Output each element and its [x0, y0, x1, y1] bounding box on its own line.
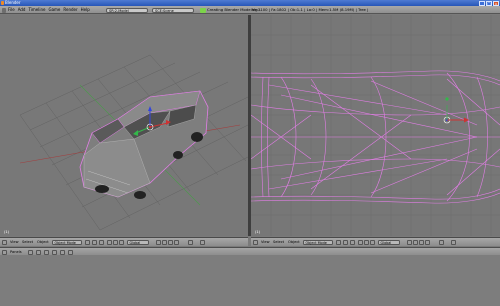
shading-context-icon[interactable] — [44, 249, 49, 255]
main-menu: File Add Timeline Game Render Help — [8, 6, 90, 14]
translate-icon-right[interactable] — [358, 240, 363, 245]
select-menu-right[interactable]: Select — [273, 240, 284, 245]
draw-type-icon[interactable] — [85, 240, 90, 245]
rotate-icon[interactable] — [113, 240, 118, 245]
blender-logo-icon — [1, 1, 4, 5]
buttons-window-header: Panels — [0, 247, 500, 255]
menu-file[interactable]: File — [8, 6, 15, 14]
lock-icon-right[interactable] — [439, 240, 444, 245]
3d-viewport-top[interactable]: (1) — [251, 15, 500, 236]
window-controls: _ □ x — [479, 0, 499, 6]
orientation-selector-right[interactable]: Global — [378, 240, 400, 245]
object-menu[interactable]: Object — [37, 240, 49, 245]
scale-icon[interactable] — [119, 240, 124, 245]
maximize-button[interactable]: □ — [486, 0, 492, 6]
layer-1-icon[interactable] — [156, 240, 161, 245]
mode-selector[interactable]: Object Mode — [52, 240, 82, 245]
menu-timeline[interactable]: Timeline — [28, 6, 45, 14]
logic-context-icon[interactable] — [28, 249, 33, 255]
orientation-selector[interactable]: Global — [127, 240, 149, 245]
pivot-icon-right[interactable] — [343, 240, 348, 245]
lock-icon[interactable] — [188, 240, 193, 245]
editing-context-icon[interactable] — [60, 249, 65, 255]
info-header: File Add Timeline Game Render Help SR:2-… — [0, 6, 500, 14]
render-icon[interactable] — [200, 240, 205, 245]
buttons-window — [0, 255, 500, 306]
perspective-scene — [19, 54, 248, 231]
layer-2-icon-right[interactable] — [413, 240, 418, 245]
editor-type-icon-right[interactable] — [253, 240, 258, 245]
pivot-icon[interactable] — [92, 240, 97, 245]
scene-selector[interactable]: SCE:Scene — [152, 7, 194, 13]
mode-selector-right[interactable]: Object Mode — [303, 240, 333, 245]
top-view-scene — [251, 15, 500, 236]
layer-4-icon-right[interactable] — [425, 240, 430, 245]
status-indicator-icon — [200, 7, 206, 13]
3d-viewport-perspective[interactable]: (1) — [0, 15, 248, 236]
viewport-header-right: View Select Object Object Mode Global — [251, 237, 500, 246]
select-menu[interactable]: Select — [22, 240, 33, 245]
layer-3-icon[interactable] — [168, 240, 173, 245]
panels-menu[interactable]: Panels — [10, 250, 22, 255]
scale-icon-right[interactable] — [370, 240, 375, 245]
window-type-icon[interactable] — [2, 7, 6, 13]
rotate-icon-right[interactable] — [364, 240, 369, 245]
view-menu[interactable]: View — [10, 240, 19, 245]
render-icon-right[interactable] — [451, 240, 456, 245]
editor-type-icon[interactable] — [2, 240, 7, 245]
layer-2-icon[interactable] — [162, 240, 167, 245]
object-menu-right[interactable]: Object — [288, 240, 300, 245]
minimize-button[interactable]: _ — [479, 0, 485, 6]
manipulator-toggle-icon-right[interactable] — [350, 240, 355, 245]
viewport-frame-label: (1) — [4, 230, 9, 234]
menu-game[interactable]: Game — [48, 6, 60, 14]
layer-3-icon-right[interactable] — [419, 240, 424, 245]
screen-selector[interactable]: SR:2-Model — [106, 7, 148, 13]
object-context-icon[interactable] — [52, 249, 57, 255]
car-model[interactable] — [79, 90, 209, 199]
view-menu-right[interactable]: View — [261, 240, 270, 245]
scene-context-icon[interactable] — [68, 249, 73, 255]
draw-type-icon-right[interactable] — [336, 240, 341, 245]
editor-type-icon-buttons[interactable] — [2, 249, 7, 255]
viewport-frame-label-right: (1) — [255, 230, 260, 234]
layer-4-icon[interactable] — [174, 240, 179, 245]
script-context-icon[interactable] — [36, 249, 41, 255]
viewport-header-left: View Select Object Object Mode Global — [0, 237, 248, 246]
translate-icon[interactable] — [107, 240, 112, 245]
layer-1-icon-right[interactable] — [407, 240, 412, 245]
scene-stats: Ve:3100 | Fa:1802 | Ob:1-1 | La:0 | Mem:… — [252, 7, 369, 12]
manipulator-toggle-icon[interactable] — [99, 240, 104, 245]
menu-help[interactable]: Help — [81, 6, 90, 14]
top-view-manipulator[interactable] — [443, 97, 469, 124]
ortho-grid — [251, 15, 500, 236]
close-button[interactable]: x — [493, 0, 499, 6]
menu-render[interactable]: Render — [63, 6, 77, 14]
car-wireframe[interactable] — [251, 70, 500, 204]
menu-add[interactable]: Add — [18, 6, 26, 14]
